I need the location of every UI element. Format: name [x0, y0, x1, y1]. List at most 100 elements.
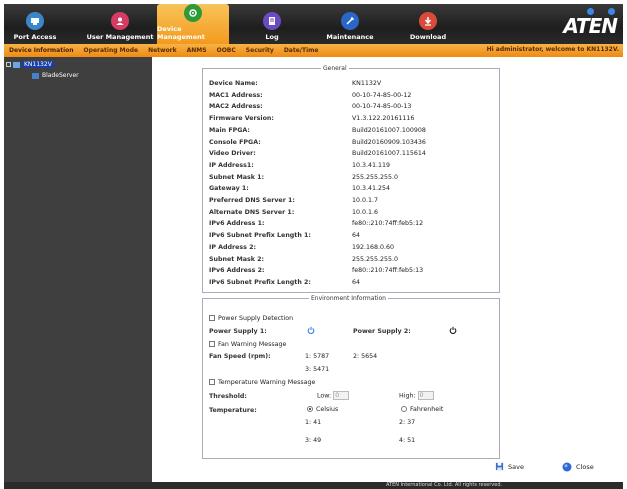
general-field-value: 00-10-74-85-00-13: [352, 103, 412, 111]
temperature-warning-checkbox[interactable]: Temperature Warning Message: [209, 379, 315, 386]
general-field-value: 10.0.1.7: [352, 197, 379, 204]
general-field-value: 192.168.0.60: [352, 243, 395, 251]
nav-label: Device Management: [157, 25, 205, 41]
nav-port-access[interactable]: Port Access: [12, 4, 58, 44]
user-management-icon: [111, 12, 129, 30]
temp-3-value: 3: 49: [305, 437, 322, 444]
tab-operating-mode[interactable]: Operating Mode: [79, 47, 144, 54]
tab-date-time[interactable]: Date/Time: [279, 47, 324, 54]
general-field-label: Preferred DNS Server 1:: [209, 197, 295, 204]
temperature-label: Temperature:: [209, 407, 257, 414]
general-field-label: MAC2 Address:: [209, 103, 263, 111]
celsius-label: Celsius: [316, 406, 339, 413]
high-threshold: High: 0: [399, 391, 434, 400]
checkbox-box[interactable]: [209, 379, 215, 385]
high-threshold-input[interactable]: 0: [417, 391, 434, 400]
nav-label: User Management: [86, 33, 154, 41]
celsius-radio[interactable]: Celsius: [307, 406, 338, 413]
general-field-value: 10.3.41.119: [352, 161, 391, 169]
low-label: Low:: [317, 392, 332, 400]
general-field-label: Video Driver:: [209, 150, 256, 158]
collapse-icon[interactable]: [6, 62, 11, 67]
power-supply-detection-label: Power Supply Detection: [218, 315, 294, 322]
general-field-value: fe80::210:74ff:feb5:12: [352, 220, 424, 228]
general-field-value: fe80::210:74ff:feb5:13: [352, 267, 424, 275]
tree-child-item[interactable]: BladeServer: [32, 72, 79, 79]
radio-button[interactable]: [307, 406, 313, 412]
power-on-icon: [307, 326, 315, 336]
nav-device-management[interactable]: Device Management: [157, 4, 229, 44]
tab-network[interactable]: Network: [143, 47, 182, 54]
checkbox-box[interactable]: [209, 315, 215, 321]
nav-log[interactable]: Log: [252, 4, 292, 44]
fahrenheit-radio[interactable]: Fahrenheit: [401, 406, 443, 413]
temperature-warning-label: Temperature Warning Message: [218, 379, 316, 386]
power-off-icon: [449, 326, 457, 336]
general-field-value: Build20161007.115614: [352, 150, 426, 158]
general-field-value: 10.0.1.6: [352, 208, 379, 216]
general-field-label: IP Address 2:: [209, 243, 257, 251]
general-field-value: Build20161007.100908: [352, 126, 426, 134]
save-icon: [495, 462, 504, 471]
save-button[interactable]: Save: [495, 462, 524, 471]
download-icon: [419, 12, 437, 30]
radio-button[interactable]: [401, 406, 407, 412]
fan-2-value: 2: 5654: [353, 353, 378, 360]
fan-warning-checkbox[interactable]: Fan Warning Message: [209, 341, 286, 348]
fan-speed-label: Fan Speed (rpm):: [209, 353, 271, 360]
general-field-label: MAC1 Address:: [209, 91, 263, 99]
nav-maintenance[interactable]: Maintenance: [322, 4, 378, 44]
copyright-text: ATEN International Co. Ltd. All rights r…: [386, 482, 503, 488]
close-label: Close: [576, 463, 594, 471]
power-supply-2-label: Power Supply 2:: [353, 328, 411, 335]
general-field-value: 64: [352, 232, 361, 240]
tab-anms[interactable]: ANMS: [182, 47, 212, 54]
checkbox-box[interactable]: [209, 341, 215, 347]
general-field-value: Build20160909.103436: [352, 138, 426, 146]
close-button[interactable]: Close: [562, 462, 594, 472]
threshold-label: Threshold:: [209, 393, 247, 400]
general-field-label: Alternate DNS Server 1:: [209, 208, 295, 216]
general-field-value: 255.255.255.0: [352, 173, 399, 181]
fan-3-value: 3: 5471: [305, 366, 330, 373]
low-threshold-input[interactable]: 0: [333, 391, 350, 400]
fahrenheit-label: Fahrenheit: [410, 406, 444, 413]
general-field-label: Console FPGA:: [209, 138, 261, 146]
server-icon: [32, 72, 39, 79]
general-field-label: Subnet Mask 1:: [209, 173, 265, 181]
high-label: High:: [399, 392, 416, 400]
tab-security[interactable]: Security: [241, 47, 279, 54]
tab-device-information[interactable]: Device Information: [4, 47, 79, 54]
general-field-label: IPv6 Subnet Prefix Length 1:: [209, 232, 311, 240]
general-field-label: Firmware Version:: [209, 115, 274, 123]
nav-download[interactable]: Download: [404, 4, 452, 44]
footer: ATEN International Co. Ltd. All rights r…: [4, 482, 623, 489]
save-label: Save: [508, 462, 524, 471]
general-field-value: 00-10-74-85-00-12: [352, 91, 412, 99]
nav-label: Port Access: [13, 33, 57, 41]
aten-logo: ATEN: [563, 14, 618, 38]
temp-4-value: 4: 51: [399, 437, 416, 444]
maintenance-icon: [341, 12, 359, 30]
environment-legend: Environment Information: [311, 295, 386, 302]
tree-child-label: BladeServer: [42, 72, 79, 79]
general-field-label: IPv6 Address 1:: [209, 220, 265, 228]
nav-label: Maintenance: [326, 33, 374, 41]
close-icon: [562, 462, 572, 472]
general-field-label: IP Address1:: [209, 161, 254, 169]
temp-2-value: 2: 37: [399, 419, 416, 426]
general-field-value: V1.3.122.20161116: [352, 115, 415, 123]
general-field-label: Subnet Mask 2:: [209, 255, 265, 263]
general-field-label: IPv6 Subnet Prefix Length 2:: [209, 278, 311, 286]
general-legend: General: [323, 65, 347, 72]
nav-user-management[interactable]: User Management: [86, 4, 154, 44]
welcome-message: Hi administrator, welcome to KN1132V.: [486, 46, 619, 53]
general-group: General Device Name: KN1132V MAC1 Address:…: [202, 65, 500, 293]
top-navigation-bar: Port Access User Management Device Manag…: [4, 4, 623, 44]
temp-1-value: 1: 41: [305, 419, 322, 426]
tab-oobc[interactable]: OOBC: [212, 47, 241, 54]
tree-root-item[interactable]: KN1132V: [6, 61, 54, 68]
monitor-icon: [13, 61, 20, 68]
general-field-label: Gateway 1:: [209, 185, 249, 193]
power-supply-detection-checkbox[interactable]: Power Supply Detection: [209, 315, 293, 322]
